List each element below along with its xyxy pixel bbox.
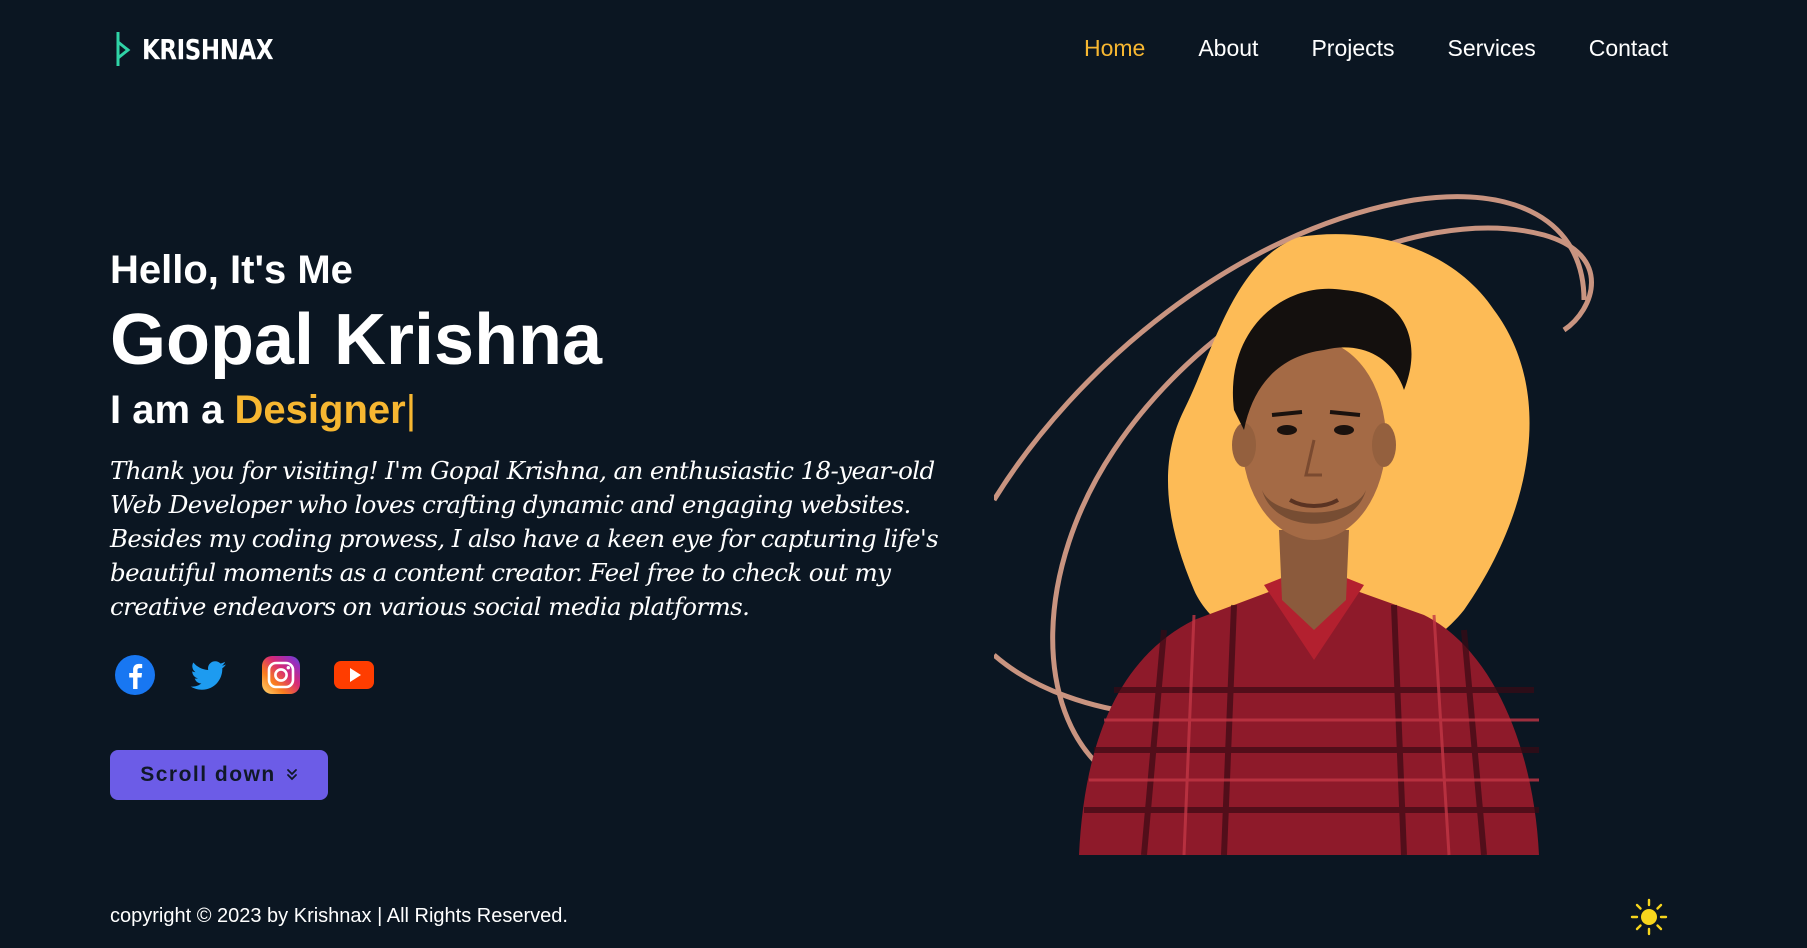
nav-projects[interactable]: Projects [1311, 30, 1394, 66]
nav-home[interactable]: Home [1084, 30, 1145, 66]
twitter-icon[interactable] [187, 654, 229, 696]
scroll-down-label: Scroll down [140, 763, 276, 786]
role-heading: I am a Designer| [110, 384, 990, 436]
role-highlight: Designer [234, 388, 406, 432]
scroll-down-button[interactable]: Scroll down [110, 750, 328, 800]
bio-line-2: Besides my coding prowess, I also have a… [110, 524, 939, 621]
nav-contact[interactable]: Contact [1589, 30, 1668, 66]
profile-portrait [994, 194, 1594, 856]
youtube-icon[interactable] [333, 654, 375, 696]
role-prefix: I am a [110, 388, 235, 432]
bio-text: Thank you for visiting! I'm Gopal Krishn… [110, 454, 980, 624]
copyright-text: copyright © 2023 by Krishnax | All Right… [110, 905, 568, 927]
name-heading: Gopal Krishna [110, 300, 603, 380]
chevrons-down-icon [286, 769, 297, 781]
facebook-icon[interactable] [114, 654, 156, 696]
logo-mark-icon [116, 32, 131, 66]
sun-icon[interactable] [1630, 898, 1668, 936]
main-nav: Home About Projects Services Contact [1084, 30, 1668, 66]
bio-line-1: Thank you for visiting! I'm Gopal Krishn… [110, 456, 935, 519]
logo[interactable]: KRISHNAX [114, 30, 302, 68]
greeting-heading: Hello, It's Me [110, 248, 353, 292]
logo-text: KRISHNAX [142, 32, 274, 66]
social-links [114, 654, 990, 696]
hero-section: Hello, It's Me Gopal Krishna I am a Desi… [110, 244, 990, 800]
instagram-icon[interactable] [260, 654, 302, 696]
portfolio-page: KRISHNAX Home About Projects Services Co… [0, 0, 1807, 948]
nav-about[interactable]: About [1198, 30, 1258, 66]
typing-cursor: | [405, 388, 417, 432]
nav-services[interactable]: Services [1448, 30, 1536, 66]
